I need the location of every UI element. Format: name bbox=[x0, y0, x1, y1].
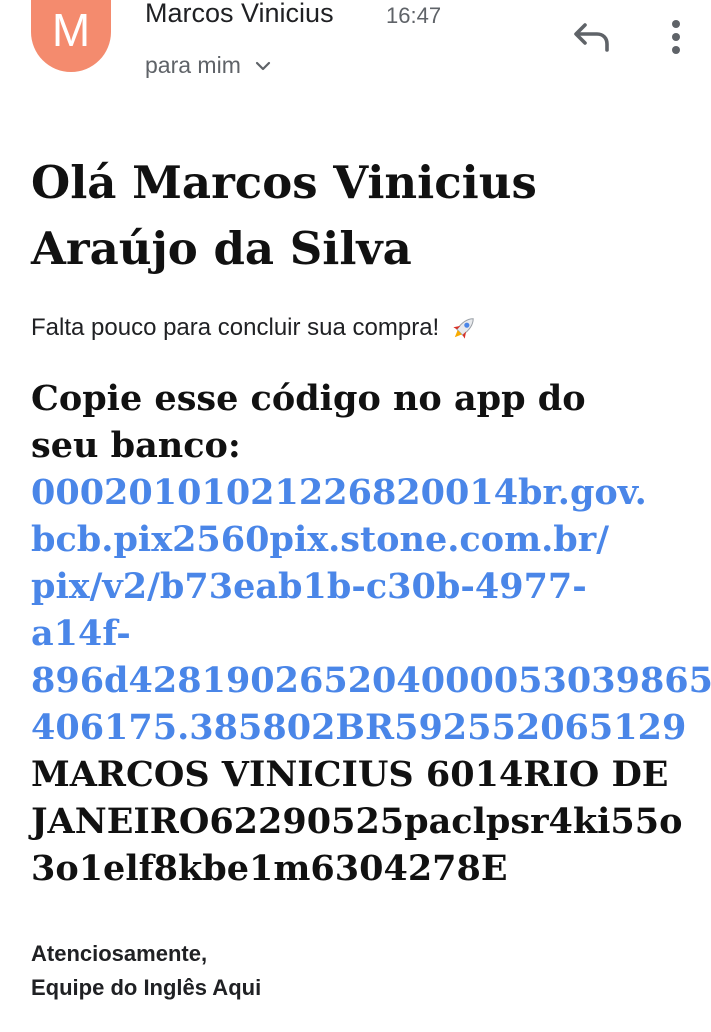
pix-code-text-line: 3o1elf8kbe1m6304278E bbox=[31, 848, 508, 889]
sender-avatar[interactable]: M bbox=[31, 0, 111, 72]
more-options-button[interactable] bbox=[656, 14, 696, 60]
pix-code-link-line[interactable]: 00020101021226820014br.gov. bbox=[31, 469, 696, 516]
rocket-icon bbox=[453, 318, 474, 339]
purchase-subline: Falta pouco para concluir sua compra! bbox=[31, 313, 479, 343]
pix-code-link-line[interactable]: 896d428190265204000053039865 bbox=[31, 657, 711, 704]
pix-code-link-line[interactable]: a14f- bbox=[31, 610, 696, 657]
subline-text: Falta pouco para concluir sua compra! bbox=[31, 314, 440, 341]
greeting-line: Araújo da Silva bbox=[31, 222, 412, 275]
recipient-details-toggle[interactable]: para mim bbox=[145, 52, 273, 79]
pix-code-link-line[interactable]: pix/v2/b73eab1b-c30b-4977- bbox=[31, 563, 696, 610]
reply-icon bbox=[574, 23, 609, 52]
pix-code-link-line[interactable]: 406175.385802BR592552065129 bbox=[31, 704, 696, 751]
pix-copy-section: Copie esse código no app do seu banco: 0… bbox=[31, 375, 711, 892]
signature-closing: Atenciosamente, bbox=[31, 941, 208, 966]
email-signature: Atenciosamente, Equipe do Inglês Aqui bbox=[31, 937, 261, 1005]
pix-code-text-line: MARCOS VINICIUS 6014RIO DE bbox=[31, 754, 669, 795]
greeting-line: Olá Marcos Vinicius bbox=[31, 156, 537, 209]
copy-heading-line: seu banco: bbox=[31, 425, 241, 466]
copy-heading-line: Copie esse código no app do bbox=[31, 378, 586, 419]
pix-code-text-line: JANEIRO62290525paclpsr4ki55o bbox=[31, 801, 683, 842]
more-vert-icon bbox=[672, 20, 680, 54]
signature-team: Equipe do Inglês Aqui bbox=[31, 975, 262, 1000]
greeting-heading: Olá Marcos Vinicius Araújo da Silva bbox=[31, 150, 671, 282]
reply-button[interactable] bbox=[568, 14, 614, 60]
sender-name[interactable]: Marcos Vinicius bbox=[145, 0, 334, 29]
avatar-letter: M bbox=[51, 4, 91, 56]
pix-code-link-line[interactable]: bcb.pix2560pix.stone.com.br/ bbox=[31, 516, 696, 563]
chevron-down-icon bbox=[255, 61, 270, 70]
message-time: 16:47 bbox=[386, 3, 442, 28]
recipient-label: para mim bbox=[145, 52, 241, 78]
